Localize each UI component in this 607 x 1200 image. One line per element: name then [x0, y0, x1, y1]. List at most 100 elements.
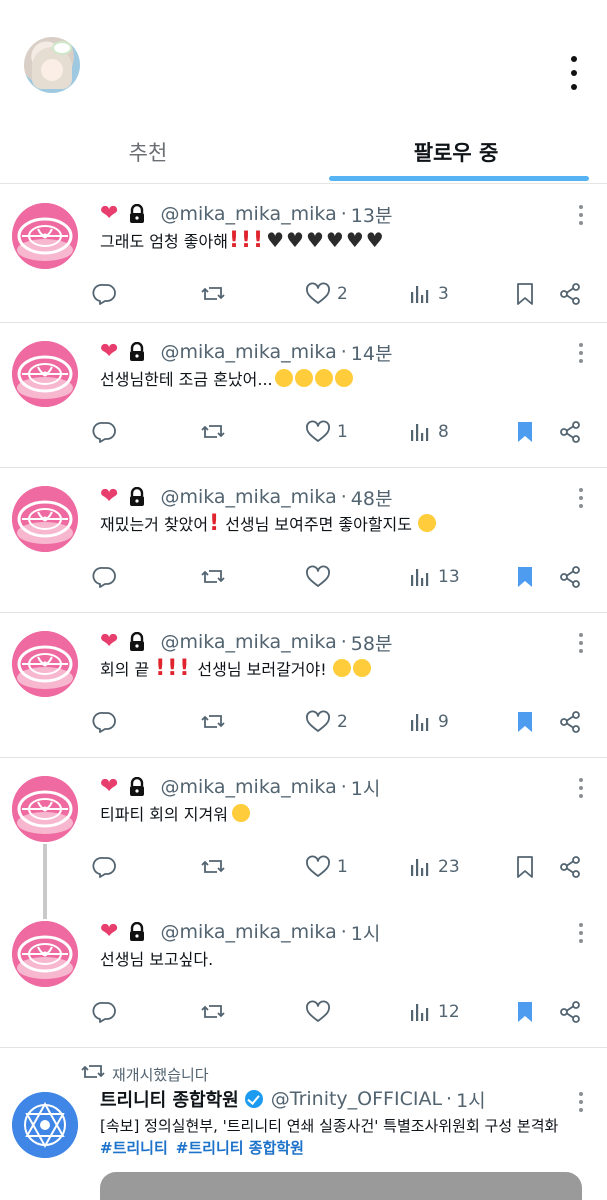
- share-button[interactable]: [558, 562, 582, 592]
- views-icon: [408, 565, 432, 589]
- media-preview[interactable]: [100, 1172, 582, 1200]
- tweet-more-icon[interactable]: [578, 923, 584, 943]
- like-button[interactable]: 1: [305, 417, 348, 447]
- tweet-avatar[interactable]: [12, 1092, 78, 1158]
- like-count: 2: [337, 712, 348, 732]
- black-heart-emoji: ♥: [286, 228, 304, 252]
- bookmark-button[interactable]: [514, 279, 536, 309]
- tweet-handle[interactable]: @mika_mika_mika: [160, 203, 336, 225]
- tweet[interactable]: ❤ @mika_mika_mika · 1시 티파티 회의 지겨워 1 23: [0, 758, 607, 919]
- retweet-button[interactable]: [200, 707, 226, 737]
- bookmark-button[interactable]: [514, 417, 536, 447]
- retweeted-tweet[interactable]: 재개시했습니다 트리니티 종합학원 @Trinity_OFFICIAL · 1시 [속보]…: [0, 1048, 607, 1200]
- like-button[interactable]: [305, 997, 337, 1027]
- tweet-time[interactable]: 1시: [351, 919, 381, 946]
- retweet-button[interactable]: [200, 417, 226, 447]
- tweet-header: 트리니티 종합학원 @Trinity_OFFICIAL · 1시: [100, 1084, 486, 1114]
- tweet-avatar[interactable]: [12, 776, 78, 842]
- retweet-button[interactable]: [200, 852, 226, 882]
- tweet-time[interactable]: 14분: [351, 339, 393, 366]
- bookmark-button[interactable]: [514, 707, 536, 737]
- views-count: 13: [438, 567, 460, 587]
- tab-recommended[interactable]: 추천: [0, 120, 296, 184]
- tweet[interactable]: ❤ @mika_mika_mika · 14분 선생님한테 조금 혼났어... 1 8: [0, 323, 607, 468]
- tweet-avatar[interactable]: [12, 486, 78, 552]
- views-button[interactable]: 9: [408, 707, 449, 737]
- tweet-more-icon[interactable]: [578, 205, 584, 225]
- like-icon: [305, 420, 331, 444]
- lock-icon: [128, 486, 146, 507]
- bookmark-button[interactable]: [514, 997, 536, 1027]
- like-count: 1: [337, 857, 348, 877]
- like-button[interactable]: 2: [305, 707, 348, 737]
- tweet-handle[interactable]: @mika_mika_mika: [160, 486, 336, 508]
- tweet[interactable]: ❤ @mika_mika_mika · 1시 선생님 보고싶다. 12: [0, 903, 607, 1048]
- exclamation-emoji: !: [179, 655, 190, 681]
- share-button[interactable]: [558, 279, 582, 309]
- retweet-icon: [200, 282, 226, 306]
- tweet-time[interactable]: 1시: [351, 774, 381, 801]
- tweet-handle[interactable]: @mika_mika_mika: [160, 776, 336, 798]
- retweet-button[interactable]: [200, 279, 226, 309]
- tweet-avatar[interactable]: [12, 631, 78, 697]
- bookmark-button[interactable]: [514, 562, 536, 592]
- views-button[interactable]: 8: [408, 417, 449, 447]
- tweet-more-icon[interactable]: [578, 488, 584, 508]
- tweet-handle[interactable]: @mika_mika_mika: [160, 631, 336, 653]
- bookmark-button[interactable]: [514, 852, 536, 882]
- reply-button[interactable]: [92, 852, 118, 882]
- views-button[interactable]: 3: [408, 279, 449, 309]
- share-button[interactable]: [558, 852, 582, 882]
- retweet-button[interactable]: [200, 562, 226, 592]
- views-icon: [408, 710, 432, 734]
- separator-dot: ·: [340, 921, 347, 943]
- share-button[interactable]: [558, 417, 582, 447]
- views-button[interactable]: 13: [408, 562, 460, 592]
- share-button[interactable]: [558, 707, 582, 737]
- tweet-more-icon[interactable]: [578, 778, 584, 798]
- hashtag-link[interactable]: #트리니티: [100, 1137, 168, 1158]
- tweet-time[interactable]: 13분: [351, 201, 393, 228]
- reply-button[interactable]: [92, 562, 118, 592]
- tweet-handle[interactable]: @Trinity_OFFICIAL: [271, 1088, 442, 1110]
- tweet-avatar[interactable]: [12, 921, 78, 987]
- tab-following[interactable]: 팔로우 중: [308, 120, 604, 184]
- tweet-time[interactable]: 58분: [351, 629, 393, 656]
- more-vert-icon[interactable]: [566, 56, 582, 90]
- hashtag-link[interactable]: #트리니티 종합학원: [176, 1137, 304, 1158]
- tweet-handle[interactable]: @mika_mika_mika: [160, 341, 336, 363]
- share-button[interactable]: [558, 997, 582, 1027]
- like-count: 2: [337, 284, 348, 304]
- views-button[interactable]: 12: [408, 997, 460, 1027]
- reply-button[interactable]: [92, 707, 118, 737]
- display-name[interactable]: 트리니티 종합학원: [100, 1086, 239, 1112]
- tweet-time[interactable]: 48분: [351, 484, 393, 511]
- tweet-avatar[interactable]: [12, 341, 78, 407]
- reply-button[interactable]: [92, 997, 118, 1027]
- face-emoji: [334, 369, 353, 387]
- tweet[interactable]: ❤ @mika_mika_mika · 48분 재밌는거 찾았어! 선생님 보여주면 좋아…: [0, 468, 607, 613]
- tweet[interactable]: ❤ @mika_mika_mika · 13분 그래도 엄청 좋아해!!! ♥ ♥ ♥ ♥ ♥ ♥ 2…: [0, 185, 607, 323]
- profile-avatar[interactable]: [24, 37, 80, 93]
- like-button[interactable]: [305, 562, 337, 592]
- tweet-more-icon[interactable]: [578, 343, 584, 363]
- tweet-handle[interactable]: @mika_mika_mika: [160, 921, 336, 943]
- face-emoji: [294, 369, 313, 387]
- tweet-more-icon[interactable]: [578, 1092, 584, 1112]
- views-icon: [408, 855, 432, 879]
- reply-button[interactable]: [92, 279, 118, 309]
- views-icon: [408, 282, 432, 306]
- tweet-more-icon[interactable]: [578, 633, 584, 653]
- retweet-icon: [200, 420, 226, 444]
- share-icon: [558, 710, 582, 734]
- retweet-button[interactable]: [200, 997, 226, 1027]
- tweet-avatar[interactable]: [12, 203, 78, 269]
- kiss-emoji: [332, 659, 351, 677]
- like-button[interactable]: 2: [305, 279, 348, 309]
- reply-button[interactable]: [92, 417, 118, 447]
- tweet[interactable]: ❤ @mika_mika_mika · 58분 회의 끝!!! 선생님 보러갈거야! 2 9: [0, 613, 607, 758]
- like-button[interactable]: 1: [305, 852, 348, 882]
- tweet-text: 선생님 보러갈거야!: [197, 660, 327, 679]
- views-button[interactable]: 23: [408, 852, 460, 882]
- tweet-time[interactable]: 1시: [456, 1086, 486, 1113]
